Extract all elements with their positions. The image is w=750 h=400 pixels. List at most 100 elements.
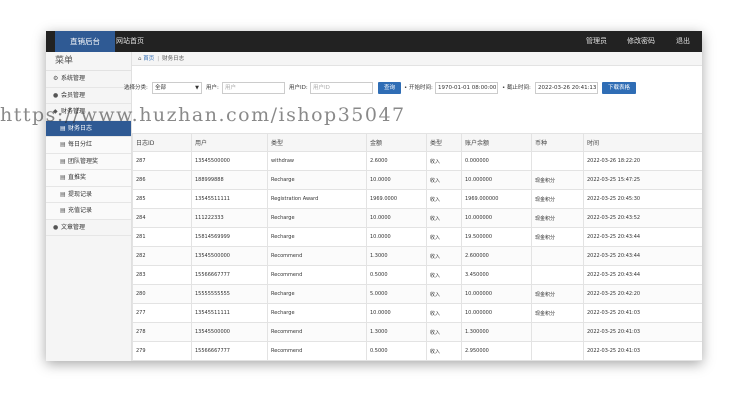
column-header[interactable]: 账户余额 (461, 133, 532, 152)
log-icon: ▤ (60, 174, 66, 181)
table-cell: 2022-03-25 20:43:44 (583, 246, 702, 266)
breadcrumb-separator: | (157, 56, 160, 62)
table-cell (531, 341, 584, 361)
table-cell: Recharge (267, 227, 367, 247)
table-cell: Recharge (267, 170, 367, 190)
main-content: ⌂ 首页 | 财务日志 选择分类: 全部 ▼ 用户: 用户 用户ID: 用户ID 查… (124, 52, 702, 361)
table-row: 27613545500000withdraw0.5500收入0.000000 20… (132, 360, 702, 361)
sidebar-item-members[interactable]: ● 会员管理 (46, 88, 131, 104)
table-cell: 10.000000 (461, 170, 532, 190)
table-cell: 2022-03-25 20:41:03 (583, 303, 702, 323)
table-cell: 280 (132, 284, 192, 304)
breadcrumb-home-link[interactable]: 首页 (143, 56, 154, 62)
table-cell: 282 (132, 246, 192, 266)
table-cell: 13545500000 (191, 360, 268, 361)
table-cell: 收入 (426, 303, 462, 323)
userid-input[interactable]: 用户ID (310, 82, 373, 94)
app-window: 直销后台 网站首页 管理员 修改密码 退出 菜单 ⚙ 系统管理 ● 会员管理 ◆ 财务… (46, 31, 702, 361)
table-cell: 2022-03-25 20:41:03 (583, 341, 702, 361)
table-cell: 2022-03-25 20:41:03 (583, 322, 702, 342)
table-row: 285 13545511111 Registration Award 1969.000… (132, 189, 702, 209)
table-row: 278 13545500000 Recommend 1.3000 收入 1.300000 2… (132, 322, 702, 342)
table-cell: 2022-03-25 20:33:42 (583, 360, 702, 361)
sidebar-item-label: 充值记录 (68, 207, 93, 214)
sidebar-item-system[interactable]: ⚙ 系统管理 (46, 71, 131, 88)
change-password-link[interactable]: 修改密码 (627, 31, 655, 52)
sidebar-item-direct-award[interactable]: ▤ 直推奖 (46, 170, 131, 187)
table-cell: 15555555555 (191, 284, 268, 304)
column-header[interactable]: 日志ID (132, 133, 192, 152)
search-button[interactable]: 查询 (378, 82, 401, 94)
sidebar-item-finance[interactable]: ◆ 财务管理 (46, 104, 131, 121)
table-row: 287 13545500000 withdraw 2.6000 收入 0.000000 20… (132, 151, 702, 171)
table-cell: 0.000000 (461, 151, 532, 171)
table-cell: 188999888 (191, 170, 268, 190)
table-cell: Recharge (267, 284, 367, 304)
start-time-input[interactable]: 1970-01-01 08:00:00 (435, 82, 498, 94)
table-cell: 收入 (426, 189, 462, 209)
table-cell: 2022-03-25 20:43:52 (583, 208, 702, 228)
table-cell: 285 (132, 189, 192, 209)
column-header[interactable]: 类型 (426, 133, 462, 152)
sidebar-item-label: 提现记录 (68, 190, 93, 198)
column-header[interactable]: 类型 (267, 133, 367, 152)
settings-icon: ⚙ (53, 75, 59, 82)
admin-link[interactable]: 管理员 (586, 31, 607, 52)
table-cell: 现金积分 (531, 227, 584, 247)
sidebar-item-team-award[interactable]: ▤ 团队管理奖 (46, 153, 131, 170)
start-time-label: • 开始时间: (404, 85, 433, 91)
brand-link[interactable]: 直销后台 (55, 31, 115, 52)
table-cell: 15566667777 (191, 341, 268, 361)
table-cell: 283 (132, 265, 192, 285)
column-header[interactable]: 币种 (531, 133, 584, 152)
site-home-link[interactable]: 网站首页 (116, 31, 144, 52)
category-select-value: 全部 (155, 85, 167, 91)
table-cell: 13545511111 (191, 303, 268, 323)
sidebar-item-finance-log[interactable]: ▤ 财务日志 (46, 120, 131, 137)
table-cell: 收入 (426, 284, 462, 304)
table-row: 279 15566667777 Recommend 0.5000 收入 2.950000 2… (132, 341, 702, 361)
table-cell (531, 322, 584, 342)
column-header[interactable]: 金额 (366, 133, 427, 152)
table-cell: 2.950000 (461, 341, 532, 361)
table-cell: Recharge (267, 303, 367, 323)
log-icon: ▤ (60, 124, 66, 132)
table-cell: 13545500000 (191, 151, 268, 171)
table-cell: 收入 (426, 265, 462, 285)
table-cell: Recommend (267, 246, 367, 266)
column-header[interactable]: 时间 (583, 133, 702, 152)
finance-log-table: 日志ID 用户 类型 金额 类型 账户余额 币种 时间 287 135455000… (132, 133, 702, 361)
table-cell: 10.000000 (461, 208, 532, 228)
logout-link[interactable]: 退出 (676, 31, 690, 52)
sidebar-item-recharge-records[interactable]: ▤ 充值记录 (46, 203, 131, 220)
table-cell: withdraw (267, 360, 367, 361)
sidebar-item-withdraw-records[interactable]: ▤ 提现记录 (46, 186, 131, 203)
table-cell: 3.450000 (461, 265, 532, 285)
sidebar-item-label: 系统管理 (61, 75, 86, 82)
table-cell: 0.000000 (461, 360, 532, 361)
user-input[interactable]: 用户 (222, 82, 285, 94)
table-cell: 10.0000 (366, 227, 427, 247)
column-header[interactable]: 用户 (191, 133, 268, 152)
table-cell: 19.500000 (461, 227, 532, 247)
table-row: 282 13545500000 Recommend 1.3000 收入 2.600000 2… (132, 246, 702, 266)
home-icon: ⌂ (138, 56, 142, 62)
filter-bar: 选择分类: 全部 ▼ 用户: 用户 用户ID: 用户ID 查询 • 开始时间: … (124, 82, 702, 96)
table-cell: 15814569999 (191, 227, 268, 247)
table-cell: 2022-03-25 20:45:30 (583, 189, 702, 209)
end-time-input[interactable]: 2022-03-26 20:41:13 (535, 82, 598, 94)
table-cell: 13545500000 (191, 246, 268, 266)
chevron-down-icon: ▼ (195, 85, 199, 91)
sidebar-item-articles[interactable]: ● 文章管理 (46, 220, 131, 236)
table-cell (531, 246, 584, 266)
table-header-row: 日志ID 用户 类型 金额 类型 账户余额 币种 时间 (132, 133, 702, 152)
category-select[interactable]: 全部 ▼ (152, 82, 202, 94)
finance-icon: ◆ (53, 108, 58, 115)
table-cell: withdraw (267, 151, 367, 171)
table-cell: 2022-03-25 15:47:25 (583, 170, 702, 190)
finance-log-table-wrapper: 日志ID 用户 类型 金额 类型 账户余额 币种 时间 287 135455000… (132, 133, 702, 361)
sidebar-item-daily-dividend[interactable]: ▤ 每日分红 (46, 137, 131, 154)
download-table-button[interactable]: 下载表格 (602, 82, 636, 94)
table-cell: 5.0000 (366, 284, 427, 304)
table-cell: 0.5000 (366, 341, 427, 361)
